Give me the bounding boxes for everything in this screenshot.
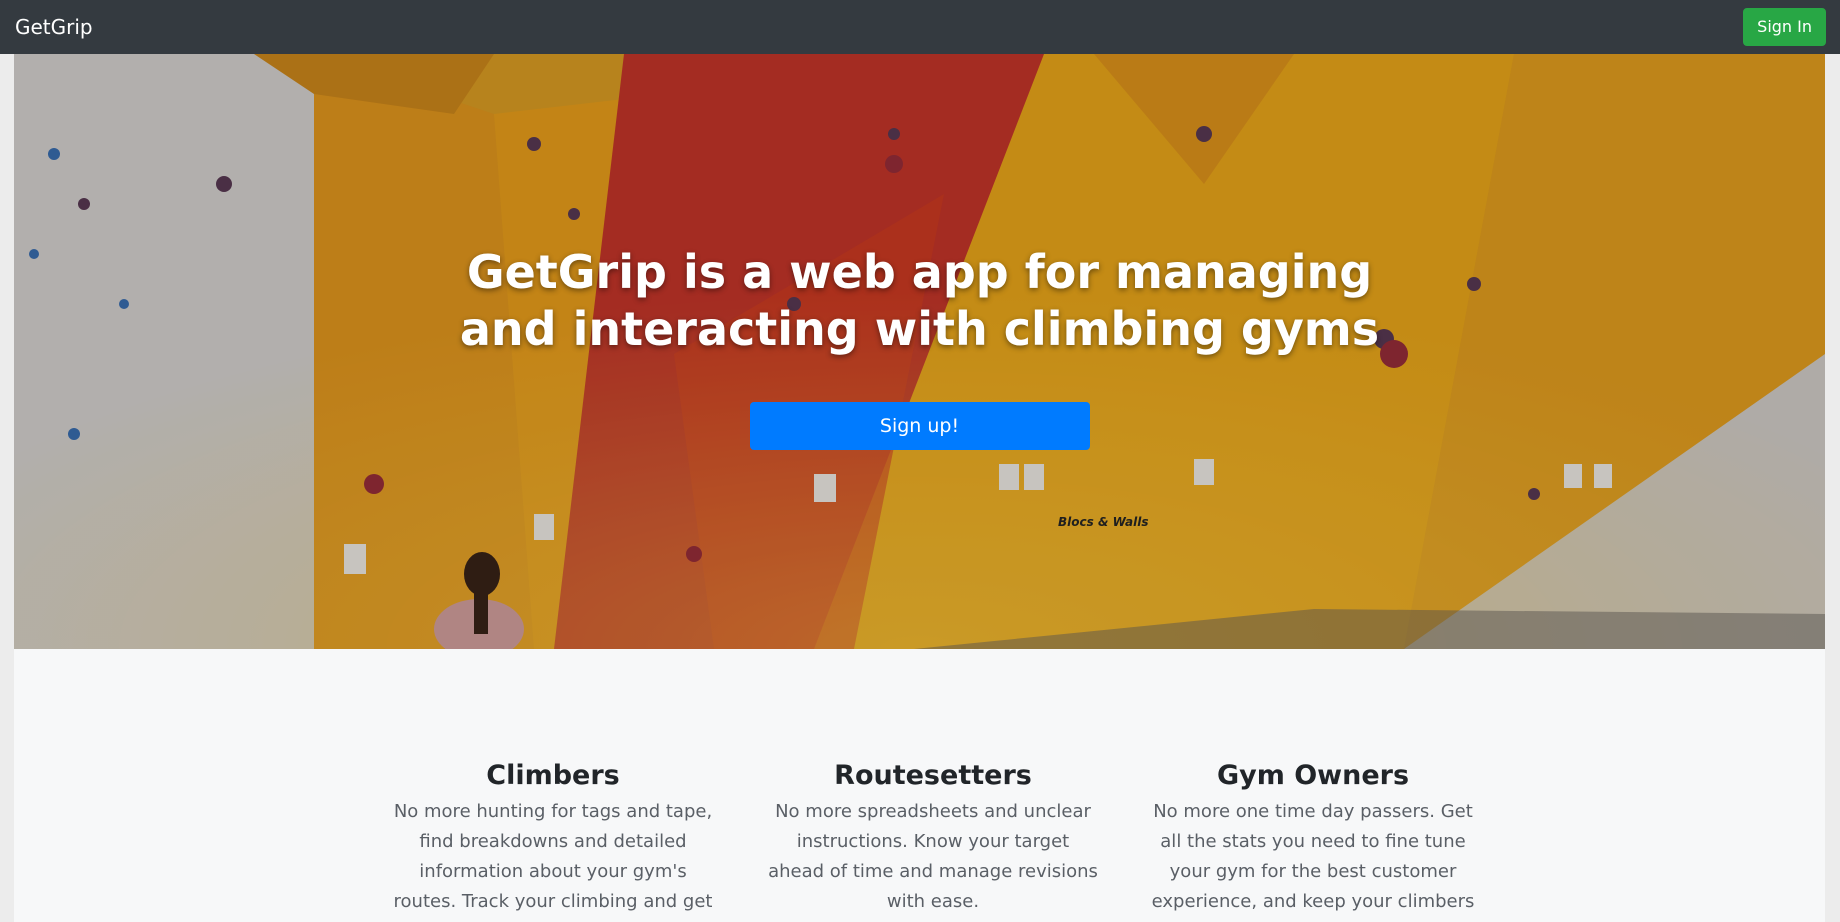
feature-description: No more spreadsheets and unclear instruc… — [768, 801, 1098, 912]
sign-in-button[interactable]: Sign In — [1743, 8, 1826, 46]
feature-gym-owners: Gym Owners No more one time day passers.… — [1148, 759, 1478, 917]
hero-content: GetGrip is a web app for managing and in… — [14, 54, 1825, 649]
feature-description: No more one time day passers. Get all th… — [1151, 801, 1475, 912]
wall-sign-text: Blocs & Walls — [1058, 515, 1149, 529]
features-section: Climbers No more hunting for tags and ta… — [14, 649, 1825, 922]
feature-description: No more hunting for tags and tape, find … — [393, 801, 713, 922]
feature-routesetters: Routesetters No more spreadsheets and un… — [768, 759, 1098, 917]
feature-climbers: Climbers No more hunting for tags and ta… — [388, 759, 718, 922]
top-navbar: GetGrip Sign In — [0, 0, 1840, 54]
hero-title: GetGrip is a web app for managing and in… — [459, 245, 1380, 356]
sign-up-button[interactable]: Sign up! — [749, 402, 1090, 450]
feature-title: Gym Owners — [1216, 760, 1410, 791]
brand-link[interactable]: GetGrip — [15, 15, 93, 39]
feature-title: Routesetters — [834, 760, 1032, 791]
hero-section: GetGrip is a web app for managing and in… — [14, 54, 1825, 649]
feature-title: Climbers — [486, 760, 620, 791]
